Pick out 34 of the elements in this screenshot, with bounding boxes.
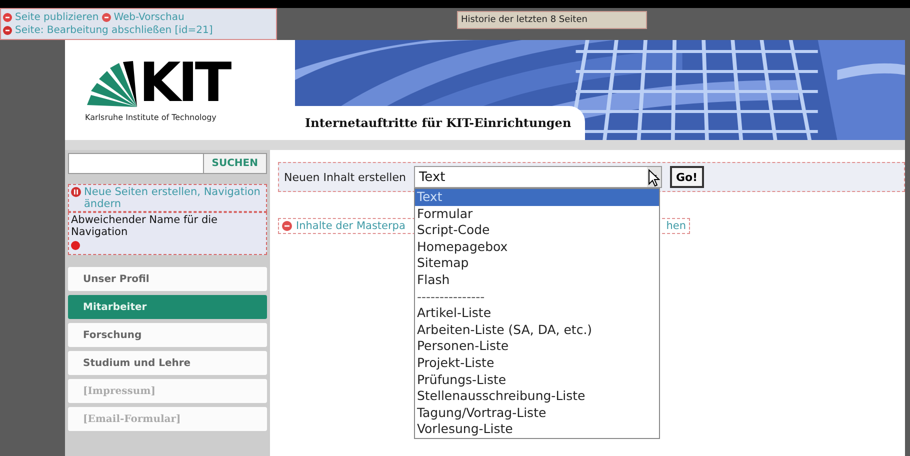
separator-option: ---------------: [414, 288, 659, 306]
search-button[interactable]: SUCHEN: [204, 153, 267, 174]
dropdown-option[interactable]: Text: [414, 189, 659, 206]
dropdown-option[interactable]: Sitemap: [414, 255, 659, 272]
go-button[interactable]: Go!: [670, 166, 704, 188]
logo-wordmark: KIT: [139, 58, 229, 106]
dropdown-option[interactable]: Tagung/Vortrag-Liste: [414, 404, 659, 422]
dropdown-option[interactable]: Homepagebox: [414, 238, 659, 256]
nav-item[interactable]: Forschung: [68, 323, 267, 347]
status-icon: [282, 221, 292, 231]
search-field[interactable]: [68, 153, 204, 174]
note-text: Abweichender Name für die Navigation: [71, 214, 218, 238]
nav-item[interactable]: Studium und Lehre: [68, 351, 267, 375]
dot-icon: [71, 241, 80, 250]
logo-subtitle: Karlsruhe Institute of Technology: [85, 112, 218, 122]
site-title: Internetauftritte für KIT-Einrichtungen: [295, 106, 585, 140]
dropdown-option[interactable]: Flash: [414, 272, 659, 289]
history-box[interactable]: Historie der letzten 8 Seiten: [457, 11, 647, 29]
dropdown-option[interactable]: Stellenausschreibung-Liste: [414, 388, 659, 405]
dropdown-option[interactable]: Personen-Liste: [414, 338, 659, 355]
dropdown-option[interactable]: Prüfungs-Liste: [414, 372, 659, 388]
nav-item[interactable]: Unser Profil: [68, 267, 267, 291]
status-icon: [3, 26, 12, 35]
status-icon: [102, 13, 111, 22]
dropdown-option[interactable]: Artikel-Liste: [414, 305, 659, 322]
status-icon: [3, 13, 12, 22]
dropdown-option[interactable]: Projekt-Liste: [414, 354, 659, 372]
dropdown-option[interactable]: Script-Code: [414, 222, 659, 239]
dropdown-option[interactable]: Formular: [414, 206, 659, 222]
dropdown-option[interactable]: Vorlesung-Liste: [414, 421, 659, 438]
nav-item[interactable]: Mitarbeiter: [68, 295, 267, 319]
create-label: Neuen Inhalt erstellen: [284, 170, 406, 184]
dropdown-option[interactable]: Arbeiten-Liste (SA, DA, etc.): [414, 322, 659, 338]
fan-logo-icon: [85, 60, 137, 106]
